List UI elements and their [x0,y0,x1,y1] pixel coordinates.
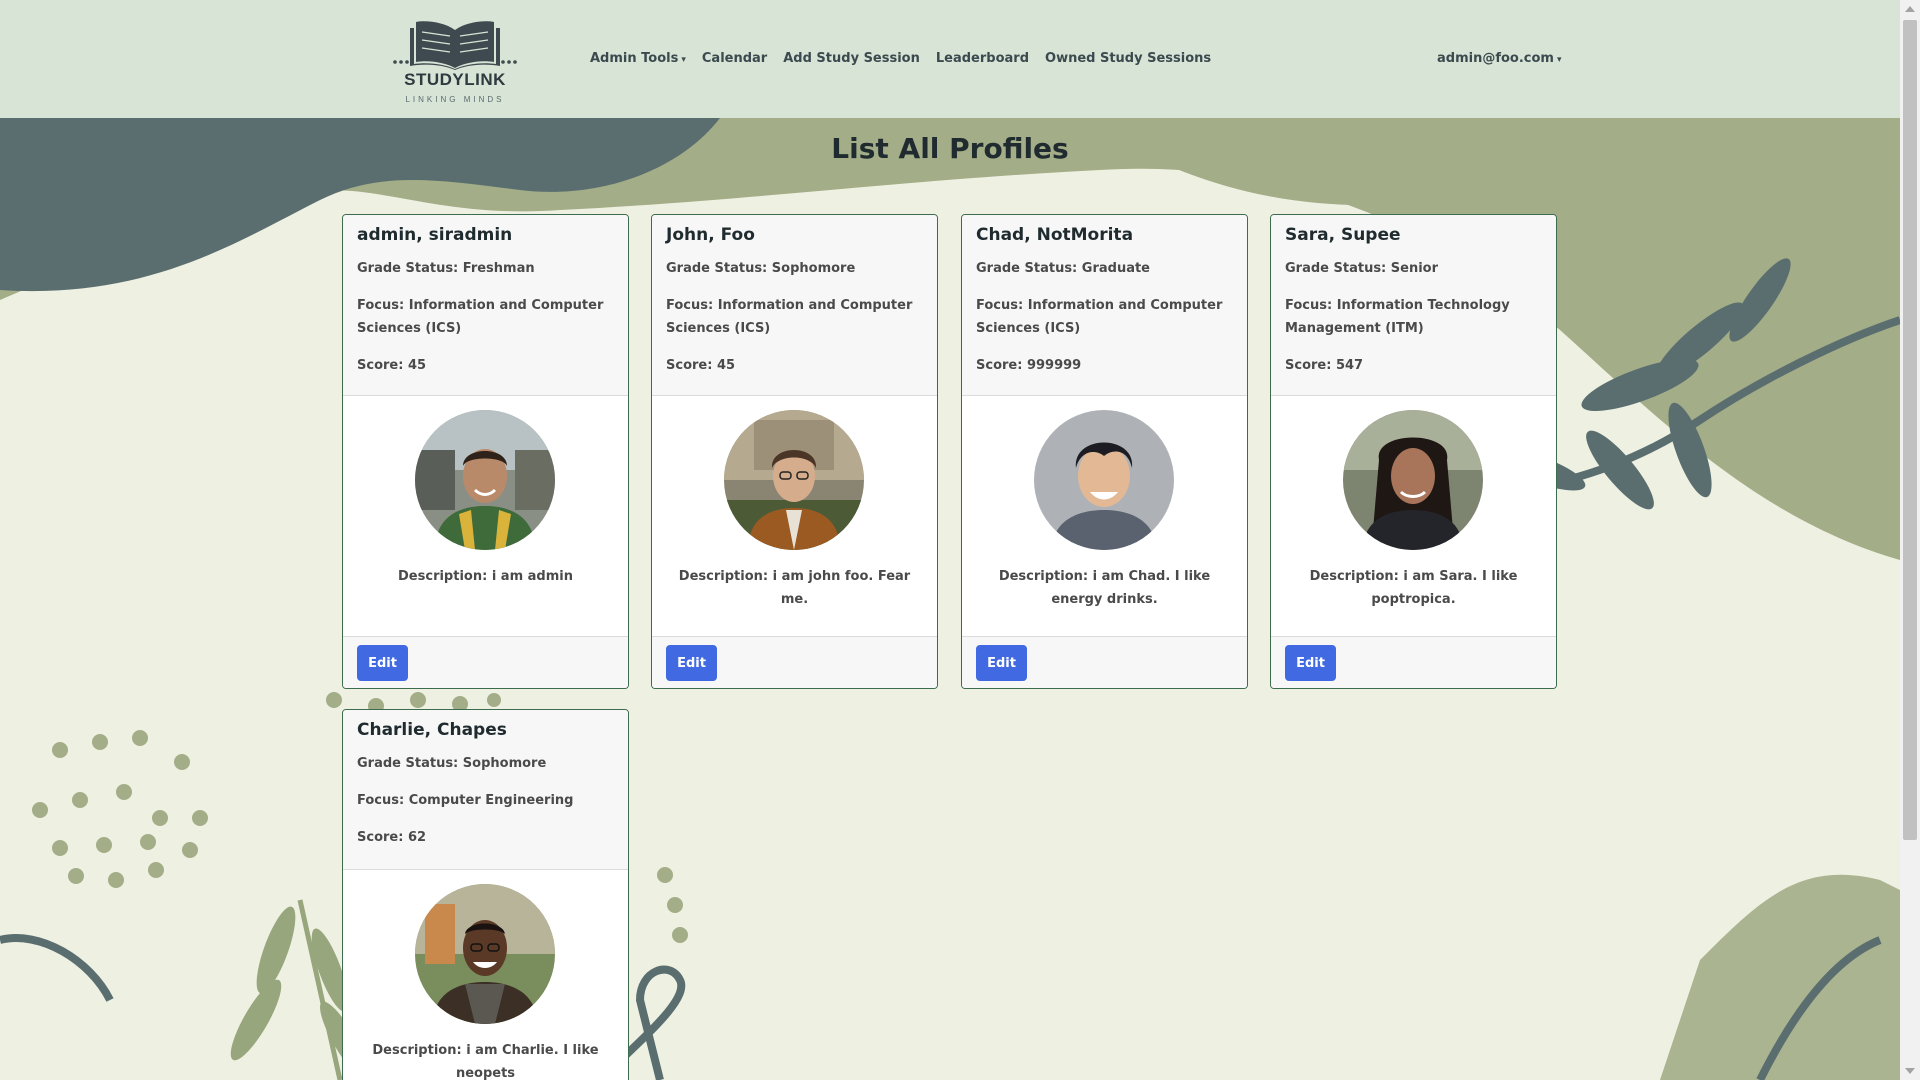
profile-name: Charlie, Chapes [357,720,507,740]
brand-tagline: LINKING MINDS [405,95,505,104]
profile-name: John, Foo [666,225,755,245]
profile-grade: Grade Status: Senior [1285,261,1439,276]
caret-down-icon: ▾ [1556,55,1562,65]
profile-focus: Focus: Information and Computer Sciences… [976,298,1223,336]
profile-card-footer: Edit [1271,636,1556,688]
profile-score: Score: 547 [1285,358,1364,373]
profile-name: Chad, NotMorita [976,225,1134,245]
brand-name: STUDYLINK [404,70,506,89]
top-navbar: STUDYLINK LINKING MINDS Admin Tools ▾ Cal… [0,0,1900,118]
nav-add-study-session[interactable]: Add Study Session [783,51,920,66]
avatar [1034,410,1174,550]
profile-score: Score: 45 [666,358,736,373]
profile-grade: Grade Status: Graduate [976,261,1151,276]
profile-description: Description: i am john foo. Fear me. [678,569,911,607]
edit-button[interactable]: Edit [357,645,408,681]
avatar [1343,410,1483,550]
profile-card-footer: Edit [962,636,1247,688]
profile-description: Description: i am admin [398,569,573,584]
caret-down-icon: ▾ [681,55,686,65]
profile-description: Description: i am Sara. I like poptropic… [1309,569,1518,607]
profile-name: admin, siradmin [357,225,513,245]
profile-card-body: Description: i am john foo. Fear me. [652,396,937,636]
profile-card-header: Chad, NotMorita Grade Status: Graduate F… [962,215,1247,396]
nav-calendar[interactable]: Calendar [702,51,767,66]
profile-card-body: Description: i am Charlie. I like neopet… [343,870,628,1080]
profile-grade: Grade Status: Freshman [357,261,535,276]
avatar [415,410,555,550]
profile-focus: Focus: Information and Computer Sciences… [357,298,604,336]
profile-score: Score: 999999 [976,358,1082,373]
nav-admin-tools[interactable]: Admin Tools ▾ [590,51,686,66]
profile-score: Score: 45 [357,358,427,373]
nav-leaderboard[interactable]: Leaderboard [936,51,1029,66]
profile-score: Score: 62 [357,830,427,845]
profile-card-body: Description: i am Chad. I like energy dr… [962,396,1247,636]
profile-card-header: admin, siradmin Grade Status: Freshman F… [343,215,628,396]
profile-card: admin, siradmin Grade Status: Freshman F… [342,214,629,689]
nav-owned-study-sessions[interactable]: Owned Study Sessions [1045,51,1211,66]
profile-grade: Grade Status: Sophomore [666,261,856,276]
edit-button[interactable]: Edit [666,645,717,681]
profile-card-footer: Edit [343,636,628,688]
profile-card-header: John, Foo Grade Status: Sophomore Focus:… [652,215,937,396]
profile-card-header: Sara, Supee Grade Status: Senior Focus: … [1271,215,1556,396]
book-icon [393,21,517,70]
brand-logo[interactable]: STUDYLINK LINKING MINDS [392,20,518,108]
page-scrollbar[interactable] [1900,0,1920,1080]
profile-description: Description: i am Chad. I like energy dr… [998,569,1211,607]
avatar [724,410,864,550]
profile-focus: Focus: Information and Computer Sciences… [666,298,913,336]
edit-button[interactable]: Edit [1285,645,1336,681]
nav-links: Admin Tools ▾ Calendar Add Study Session … [590,51,1227,66]
profile-description: Description: i am Charlie. I like neopet… [372,1043,599,1080]
profile-card-body: Description: i am Sara. I like poptropic… [1271,396,1556,636]
profile-card: Sara, Supee Grade Status: Senior Focus: … [1270,214,1557,689]
nav-admin-tools-label: Admin Tools [590,51,679,66]
profile-grade: Grade Status: Sophomore [357,756,547,771]
profile-card-body: Description: i am admin [343,396,628,636]
profile-card: John, Foo Grade Status: Sophomore Focus:… [651,214,938,689]
avatar [415,884,555,1024]
scroll-thumb[interactable] [1903,20,1917,840]
edit-button[interactable]: Edit [976,645,1027,681]
scroll-up-arrow-icon[interactable] [1905,6,1915,12]
profile-card: Charlie, Chapes Grade Status: Sophomore … [342,709,629,1080]
profile-card: Chad, NotMorita Grade Status: Graduate F… [961,214,1248,689]
profile-focus: Focus: Information Technology Management… [1285,298,1510,336]
user-menu[interactable]: admin@foo.com ▾ [1437,51,1562,66]
scroll-down-arrow-icon[interactable] [1905,1068,1915,1074]
page-title: List All Profiles [831,132,1069,165]
profile-card-header: Charlie, Chapes Grade Status: Sophomore … [343,710,628,870]
user-email: admin@foo.com [1437,51,1554,66]
profile-name: Sara, Supee [1285,225,1401,245]
profile-focus: Focus: Computer Engineering [357,793,574,808]
profile-card-footer: Edit [652,636,937,688]
